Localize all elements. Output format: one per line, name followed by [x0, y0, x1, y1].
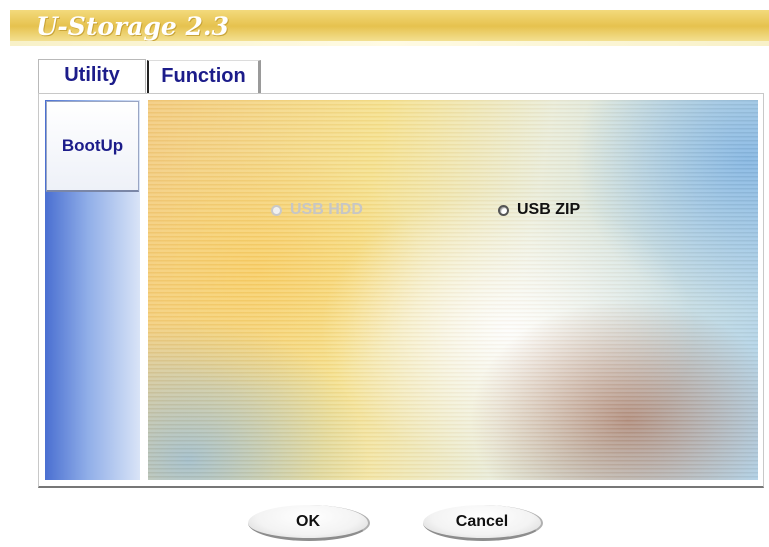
tab-utility[interactable]: Utility: [38, 59, 146, 94]
usb-zip-label: USB ZIP: [517, 201, 581, 218]
sidebar-item-bootup[interactable]: BootUp: [46, 101, 139, 192]
usb-zip-radio[interactable]: USB ZIP: [498, 200, 580, 220]
boot-options-panel: [148, 100, 758, 480]
background-artwork: [148, 100, 758, 480]
usb-hdd-label: USB HDD: [290, 201, 363, 218]
tab-function[interactable]: Function: [147, 60, 261, 93]
app-title: U-Storage 2.3: [36, 12, 229, 41]
title-bar: U-Storage 2.3: [10, 10, 769, 46]
title-bar-highlight: [10, 41, 769, 46]
ok-button[interactable]: OK: [248, 505, 370, 541]
radio-circle-icon: [498, 204, 509, 216]
usb-hdd-radio[interactable]: USB HDD: [271, 200, 363, 220]
cancel-button[interactable]: Cancel: [423, 505, 543, 541]
radio-circle-icon: [271, 204, 282, 216]
